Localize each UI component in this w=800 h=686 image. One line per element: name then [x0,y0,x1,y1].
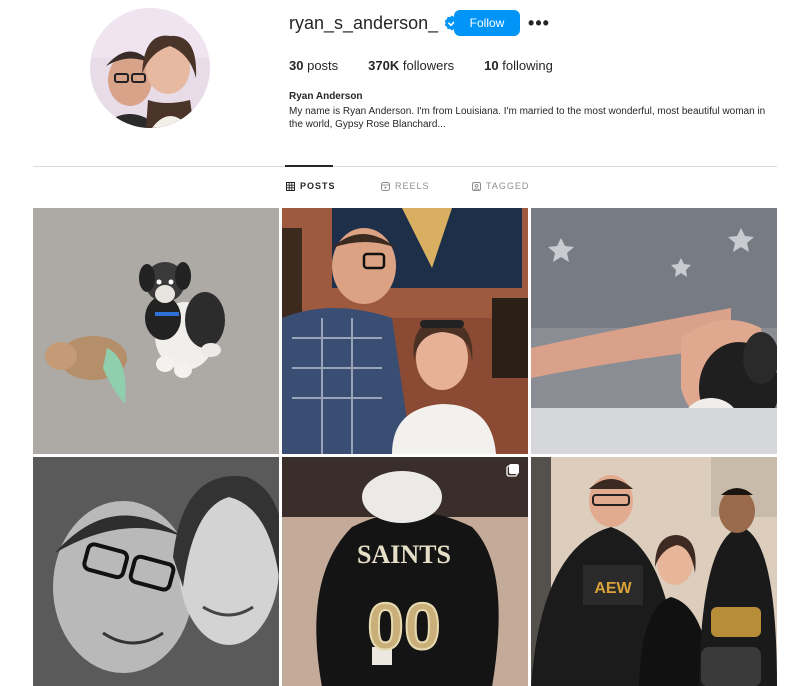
jersey-team-text: SAINTS [357,540,451,569]
follow-button[interactable]: Follow [454,10,520,36]
post-tile-group-photo-wrestling[interactable]: AEW [531,457,777,686]
profile-stats: 30 posts 370K followers 10 following [289,58,583,73]
post-image [33,457,279,686]
post-tile-puppy-on-carpet[interactable] [33,208,279,454]
profile-avatar[interactable] [90,8,210,128]
carousel-icon [506,464,519,477]
profile-tabs: POSTS REELS TAGGED [0,181,800,195]
post-tile-couple-selfie-bw[interactable] [33,457,279,686]
followers-count: 370K [368,58,400,73]
post-tile-couple-selfie-restaurant[interactable] [282,208,528,454]
posts-label: posts [307,58,339,73]
post-tile-dog-in-saints-jersey[interactable]: SAINTS 00 [282,457,528,686]
tab-posts[interactable]: POSTS [286,181,336,191]
tagged-icon [472,181,481,191]
shirt-logo-text: AEW [594,580,632,597]
username-row: ryan_s_anderson_ [289,10,460,36]
profile-bio: My name is Ryan Anderson. I'm from Louis… [289,106,766,130]
grid-icon [286,181,295,191]
tab-reels[interactable]: REELS [381,181,430,191]
post-image: AEW [531,457,777,686]
tab-tagged[interactable]: TAGGED [472,181,529,191]
username: ryan_s_anderson_ [289,12,439,33]
post-image [531,208,777,454]
display-name: Ryan Anderson [289,91,363,102]
tab-posts-label: POSTS [300,181,336,191]
followers-label: followers [402,58,455,73]
more-options-icon[interactable]: ••• [528,10,550,36]
tab-tagged-label: TAGGED [486,181,530,191]
post-tile-puppy-on-lap[interactable] [531,208,777,454]
tab-reels-label: REELS [395,181,430,191]
post-image [33,208,279,454]
post-image: SAINTS 00 [282,457,528,686]
tabs-divider [33,166,777,167]
posts-count: 30 [289,58,304,73]
jersey-number-text: 00 [367,589,440,663]
followers-stat[interactable]: 370K followers [368,58,454,73]
post-image [282,208,528,454]
reels-icon [381,181,390,191]
active-tab-indicator [285,165,333,167]
following-stat[interactable]: 10 following [484,58,553,73]
following-count: 10 [484,58,499,73]
following-label: following [502,58,553,73]
posts-stat: 30 posts [289,58,338,73]
